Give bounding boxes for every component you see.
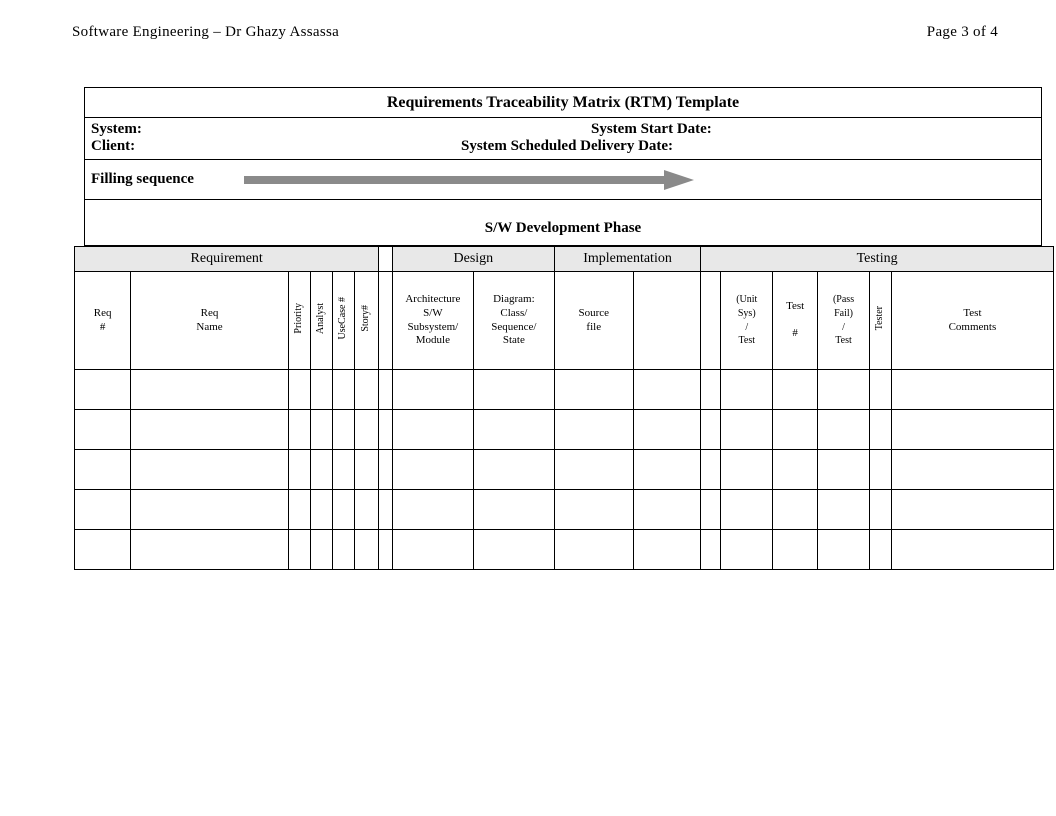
- rtm-table: Requirement Design Implementation Testin…: [74, 246, 1054, 570]
- delivery-date-label: System Scheduled Delivery Date:: [391, 138, 1035, 155]
- system-label: System:: [91, 121, 391, 138]
- table-row: [75, 370, 1054, 410]
- group-testing: Testing: [701, 247, 1054, 272]
- col-usecase: UseCase #: [332, 272, 354, 370]
- group-header-row: Requirement Design Implementation Testin…: [75, 247, 1054, 272]
- group-requirement: Requirement: [75, 247, 379, 272]
- document-title: Requirements Traceability Matrix (RTM) T…: [85, 88, 1041, 118]
- client-label: Client:: [91, 138, 391, 155]
- filling-sequence-row: Filling sequence: [85, 160, 1041, 200]
- col-source: Source file: [554, 272, 633, 370]
- header-left: Software Engineering – Dr Ghazy Assassa: [72, 24, 339, 41]
- table-body: [75, 370, 1054, 570]
- table-row: [75, 530, 1054, 570]
- col-test-type: (Unit Sys) / Test: [721, 272, 773, 370]
- meta-row: System: Client: System Start Date: Syste…: [85, 118, 1041, 160]
- col-test-no: Test #: [773, 272, 818, 370]
- table-row: [75, 410, 1054, 450]
- page-header: Software Engineering – Dr Ghazy Assassa …: [0, 24, 1056, 41]
- table-row: [75, 490, 1054, 530]
- group-design: Design: [392, 247, 554, 272]
- col-story: Story#: [354, 272, 379, 370]
- col-test-result: (Pass Fail) / Test: [818, 272, 870, 370]
- col-tester: Tester: [869, 272, 891, 370]
- col-diagram: Diagram: Class/ Sequence/ State: [473, 272, 554, 370]
- phase-label: S/W Development Phase: [85, 200, 1041, 245]
- group-implementation: Implementation: [554, 247, 700, 272]
- rtm-frame: Requirements Traceability Matrix (RTM) T…: [84, 87, 1042, 246]
- col-req-no: Req #: [75, 272, 131, 370]
- column-header-row: Req # Req Name Priority Analyst UseCase …: [75, 272, 1054, 370]
- rtm-table-wrap: Requirement Design Implementation Testin…: [74, 246, 1054, 570]
- col-priority: Priority: [288, 272, 310, 370]
- start-date-label: System Start Date:: [391, 121, 1035, 138]
- filling-label: Filling sequence: [91, 171, 194, 188]
- arrow-right-icon: [244, 170, 694, 190]
- col-req-name: Req Name: [131, 272, 289, 370]
- table-row: [75, 450, 1054, 490]
- col-architecture: Architecture S/W Subsystem/ Module: [392, 272, 473, 370]
- col-test-comments: Test Comments: [891, 272, 1053, 370]
- header-right: Page 3 of 4: [927, 24, 998, 41]
- col-analyst: Analyst: [310, 272, 332, 370]
